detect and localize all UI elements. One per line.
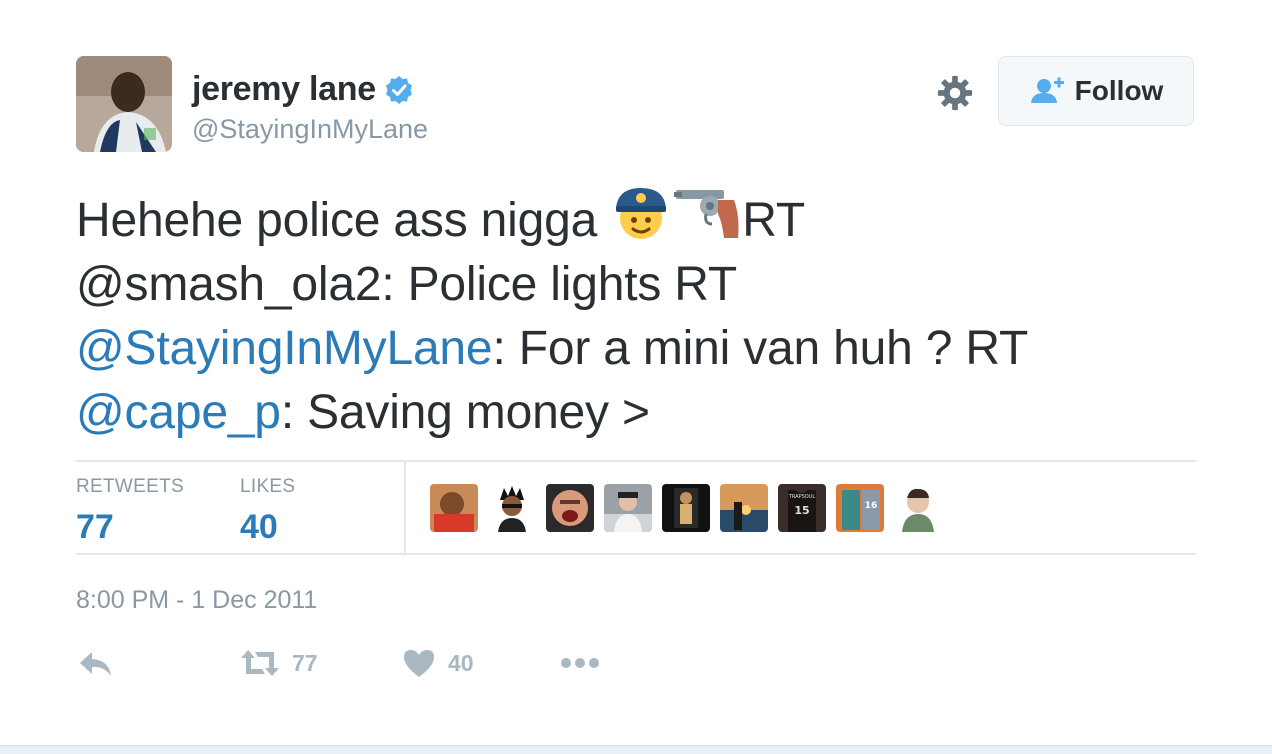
reply-icon bbox=[80, 652, 111, 676]
liker-avatar-3[interactable] bbox=[546, 484, 594, 532]
tweet-text-part: : Saving money > bbox=[280, 386, 650, 439]
like-button[interactable]: 40 bbox=[402, 648, 474, 678]
tweet-line-2: @smash_ola2: Police lights RT bbox=[76, 258, 737, 311]
more-icon bbox=[561, 658, 599, 668]
follow-button[interactable]: Follow bbox=[998, 56, 1194, 126]
mention-link[interactable]: @StayingInMyLane bbox=[76, 322, 493, 375]
more-options-button[interactable] bbox=[560, 648, 600, 678]
heart-icon bbox=[404, 650, 434, 677]
liker-avatar-7[interactable]: TRAPSOUL 15 bbox=[778, 484, 826, 532]
stats-separator bbox=[404, 462, 406, 554]
liker-jersey-number: 16 bbox=[865, 501, 878, 511]
reply-button[interactable] bbox=[78, 648, 114, 680]
tweet-line-1: Hehehe police ass nigga RT bbox=[76, 182, 1196, 253]
divider bbox=[76, 460, 1196, 462]
tweet-line-4: @cape_p: Saving money > bbox=[76, 381, 1196, 445]
tweet-text-part: Hehehe police ass nigga bbox=[76, 194, 611, 247]
retweet-icon bbox=[241, 650, 279, 676]
author-name-row: jeremy lane bbox=[192, 70, 414, 109]
verified-badge-icon bbox=[385, 75, 412, 104]
tweet-text-part: RT bbox=[742, 194, 805, 247]
tweet-timestamp[interactable]: 8:00 PM - 1 Dec 2011 bbox=[76, 586, 317, 615]
add-user-icon bbox=[1030, 77, 1064, 103]
liker-jersey-number: 15 bbox=[794, 504, 809, 517]
police-officer-icon bbox=[616, 188, 667, 239]
bottom-edge bbox=[0, 745, 1272, 754]
tweet-line-3: @StayingInMyLane: For a mini van huh ? R… bbox=[76, 317, 1196, 381]
tweet-text: Hehehe police ass nigga RT @smash_ola2: … bbox=[76, 182, 1196, 445]
mention-link[interactable]: @cape_p bbox=[76, 386, 281, 439]
retweets-label: RETWEETS bbox=[76, 476, 184, 497]
author-handle[interactable]: @StayingInMyLane bbox=[192, 114, 428, 145]
retweet-button[interactable]: 77 bbox=[240, 648, 318, 678]
author-avatar[interactable] bbox=[76, 56, 172, 152]
like-count: 40 bbox=[448, 649, 474, 676]
likes-stat[interactable]: LIKES 40 bbox=[240, 476, 295, 547]
tweet-text-part: : For a mini van huh ? RT bbox=[492, 322, 1029, 375]
liker-avatar-5[interactable] bbox=[662, 484, 710, 532]
retweets-count: 77 bbox=[76, 508, 114, 546]
divider bbox=[76, 553, 1196, 555]
retweets-stat[interactable]: RETWEETS 77 bbox=[76, 476, 184, 547]
author-name[interactable]: jeremy lane bbox=[192, 70, 376, 109]
retweet-count: 77 bbox=[292, 649, 318, 676]
liker-avatar-2[interactable] bbox=[488, 484, 536, 532]
liker-avatar-1[interactable] bbox=[430, 484, 478, 532]
follow-label: Follow bbox=[1074, 75, 1164, 106]
liker-jersey-caption: TRAPSOUL bbox=[788, 494, 816, 500]
likes-label: LIKES bbox=[240, 476, 296, 497]
liker-avatar-4[interactable] bbox=[604, 484, 652, 532]
liker-avatar-8[interactable]: 16 bbox=[836, 484, 884, 532]
gear-icon[interactable] bbox=[936, 74, 974, 112]
likes-count: 40 bbox=[240, 508, 278, 546]
avatar-image bbox=[76, 56, 172, 152]
liker-avatar-9[interactable] bbox=[894, 484, 942, 532]
pistol-icon bbox=[674, 190, 739, 238]
liker-avatar-6[interactable] bbox=[720, 484, 768, 532]
